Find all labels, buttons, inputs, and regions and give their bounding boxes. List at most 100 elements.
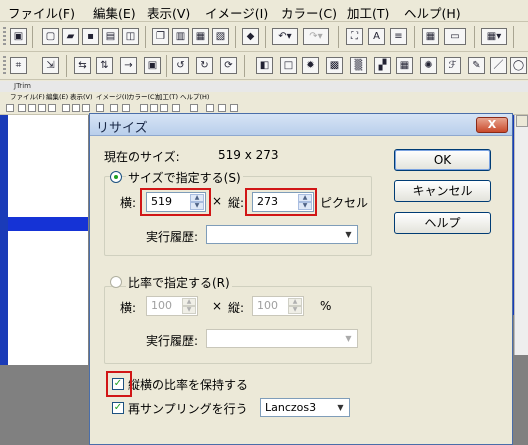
rotate-free-icon[interactable]: ⟳ bbox=[220, 57, 237, 74]
inner-menu-file[interactable]: ファイル(F) bbox=[10, 92, 45, 102]
paste-icon[interactable]: ▥ bbox=[172, 28, 189, 45]
ratio-height-spinner[interactable]: ▲ ▼ bbox=[288, 298, 302, 314]
chevron-down-icon[interactable]: ▼ bbox=[333, 400, 348, 415]
stamp-icon[interactable]: ≡ bbox=[390, 28, 407, 45]
rotate-right-icon[interactable]: ↻ bbox=[196, 57, 213, 74]
menu-help[interactable]: ヘルプ(H) bbox=[404, 3, 461, 22]
resample-method-select[interactable]: Lanczos3 ▼ bbox=[260, 398, 350, 417]
toolbar-separator bbox=[414, 26, 415, 48]
toolbar-separator bbox=[244, 55, 245, 77]
edge-icon[interactable]: ℱ bbox=[444, 57, 461, 74]
main-toolbar: ▣ ▢ ▰ ▪ ▤ ◫ ❐ ▥ ▦ ▧ ◆ ↶▾ ↷▾ ⛶ A ≡ ▦ ▭ ▦▾ bbox=[0, 22, 528, 52]
save-icon[interactable]: ▪ bbox=[82, 28, 99, 45]
close-button[interactable]: X bbox=[476, 117, 508, 133]
toolbar-separator bbox=[145, 26, 146, 48]
cancel-button[interactable]: キャンセル bbox=[394, 180, 491, 202]
menu-file[interactable]: ファイル(F) bbox=[8, 3, 75, 22]
by-ratio-radio[interactable] bbox=[110, 276, 122, 288]
spot-icon[interactable]: ✺ bbox=[420, 57, 437, 74]
inner-menu-view[interactable]: 表示(V) bbox=[70, 92, 93, 102]
fit-window-icon[interactable]: ⛶ bbox=[346, 28, 363, 45]
height-highlight-box bbox=[245, 188, 317, 216]
resize-icon[interactable]: ⇲ bbox=[42, 57, 59, 74]
resample-label[interactable]: 再サンプリングを行う bbox=[128, 400, 248, 417]
paste-new-icon[interactable]: ▦ bbox=[192, 28, 209, 45]
new-window-icon[interactable]: ▣ bbox=[10, 28, 27, 45]
size-history-select[interactable]: ▼ bbox=[206, 225, 358, 244]
pen-icon[interactable]: ✎ bbox=[468, 57, 485, 74]
inner-menu-image[interactable]: イメージ(I) bbox=[96, 92, 129, 102]
menu-process[interactable]: 加工(T) bbox=[347, 3, 389, 22]
ratio-height-value: 100 bbox=[257, 299, 278, 312]
inner-title-bar: JTrim bbox=[0, 81, 528, 92]
keep-ratio-label[interactable]: 縦横の比率を保持する bbox=[128, 376, 248, 393]
chevron-down-icon[interactable]: ▼ bbox=[341, 227, 356, 242]
noise-icon[interactable]: ▦ bbox=[396, 57, 413, 74]
ratio-group bbox=[104, 286, 372, 364]
width-highlight-box bbox=[140, 188, 211, 216]
emboss-icon[interactable]: ▞ bbox=[374, 57, 391, 74]
inner-menu-process[interactable]: 加工(T) bbox=[156, 92, 178, 102]
menu-bar: ファイル(F) 編集(E) 表示(V) イメージ(I) カラー(C) 加工(T)… bbox=[0, 0, 528, 22]
mosaic-icon[interactable]: ▩ bbox=[326, 57, 343, 74]
tile-icon[interactable]: ▦ bbox=[422, 28, 439, 45]
image-blue-band bbox=[8, 217, 88, 231]
chevron-down-icon[interactable]: ▼ bbox=[341, 331, 356, 346]
inner-menu-help[interactable]: ヘルプ(H) bbox=[180, 92, 209, 102]
circle-icon[interactable]: ◯ bbox=[510, 57, 527, 74]
help-button[interactable]: ヘルプ bbox=[394, 212, 491, 234]
print-icon[interactable]: ▤ bbox=[102, 28, 119, 45]
grayscale-icon[interactable]: ◧ bbox=[256, 57, 273, 74]
copy-icon[interactable]: ❐ bbox=[152, 28, 169, 45]
by-ratio-label[interactable]: 比率で指定する(R) bbox=[126, 274, 232, 291]
flip-vertical-icon[interactable]: ⇅ bbox=[96, 57, 113, 74]
ok-button[interactable]: OK bbox=[394, 149, 491, 171]
ratio-history-select[interactable]: ▼ bbox=[206, 329, 358, 348]
ratio-height-input[interactable]: 100 ▲ ▼ bbox=[252, 296, 304, 316]
panel-icon[interactable]: ▭ bbox=[444, 28, 466, 45]
toolbar-separator bbox=[474, 26, 475, 48]
edit-toolbar: ⌗ ⇲ ⇆ ⇅ → ▣ ↺ ↻ ⟳ ◧ □ ✹ ▩ ▒ ▞ ▦ ✺ ℱ ✎ ／ … bbox=[0, 52, 528, 80]
open-folder-icon[interactable]: ▰ bbox=[62, 28, 79, 45]
menu-view[interactable]: 表示(V) bbox=[147, 3, 190, 22]
grid-icon[interactable]: ▦▾ bbox=[481, 28, 507, 45]
posterize-icon[interactable]: □ bbox=[280, 57, 297, 74]
menu-image[interactable]: イメージ(I) bbox=[205, 3, 268, 22]
crop-icon[interactable]: ⌗ bbox=[10, 57, 27, 74]
line-icon[interactable]: ／ bbox=[490, 57, 507, 74]
menu-edit[interactable]: 編集(E) bbox=[93, 3, 136, 22]
paste-special-icon[interactable]: ▧ bbox=[212, 28, 229, 45]
resample-method-value: Lanczos3 bbox=[265, 401, 317, 414]
size-history-label: 実行履歴: bbox=[146, 230, 199, 244]
ratio-width-input[interactable]: 100 ▲ ▼ bbox=[146, 296, 198, 316]
frame-icon[interactable]: ▣ bbox=[144, 57, 161, 74]
ratio-width-spinner[interactable]: ▲ ▼ bbox=[182, 298, 196, 314]
text-icon[interactable]: A bbox=[368, 28, 385, 45]
size-times-label: × bbox=[212, 194, 223, 208]
sharpen-icon[interactable]: ✹ bbox=[302, 57, 319, 74]
print-preview-icon[interactable]: ◫ bbox=[122, 28, 139, 45]
by-size-radio[interactable] bbox=[110, 171, 122, 183]
toolbar-separator bbox=[338, 26, 339, 48]
keep-ratio-highlight-box bbox=[106, 371, 132, 397]
toolbar-separator bbox=[265, 26, 266, 48]
resample-checkbox[interactable]: ✓ bbox=[112, 402, 124, 414]
toolbar-grip bbox=[3, 27, 6, 47]
flip-horizontal-icon[interactable]: ⇆ bbox=[74, 57, 91, 74]
ratio-width-label: 横: bbox=[120, 301, 137, 315]
vertical-scrollbar[interactable] bbox=[514, 115, 528, 355]
toolbar-separator bbox=[235, 26, 236, 48]
rotate-left-icon[interactable]: ↺ bbox=[172, 57, 189, 74]
trim-icon[interactable]: → bbox=[120, 57, 137, 74]
blur-icon[interactable]: ▒ bbox=[350, 57, 367, 74]
inner-menu-color[interactable]: カラー(C) bbox=[128, 92, 157, 102]
menu-color[interactable]: カラー(C) bbox=[281, 3, 337, 22]
redo-icon[interactable]: ↷▾ bbox=[303, 28, 329, 45]
resize-dialog: リサイズ X 現在のサイズ: 519 x 273 サイズで指定する(S) 横: … bbox=[89, 113, 513, 445]
undo-icon[interactable]: ↶▾ bbox=[272, 28, 298, 45]
by-size-label[interactable]: サイズで指定する(S) bbox=[126, 169, 243, 186]
inner-menu-edit[interactable]: 編集(E) bbox=[46, 92, 68, 102]
toolbar-separator bbox=[66, 55, 67, 77]
new-file-icon[interactable]: ▢ bbox=[42, 28, 59, 45]
capture-icon[interactable]: ◆ bbox=[242, 28, 259, 45]
